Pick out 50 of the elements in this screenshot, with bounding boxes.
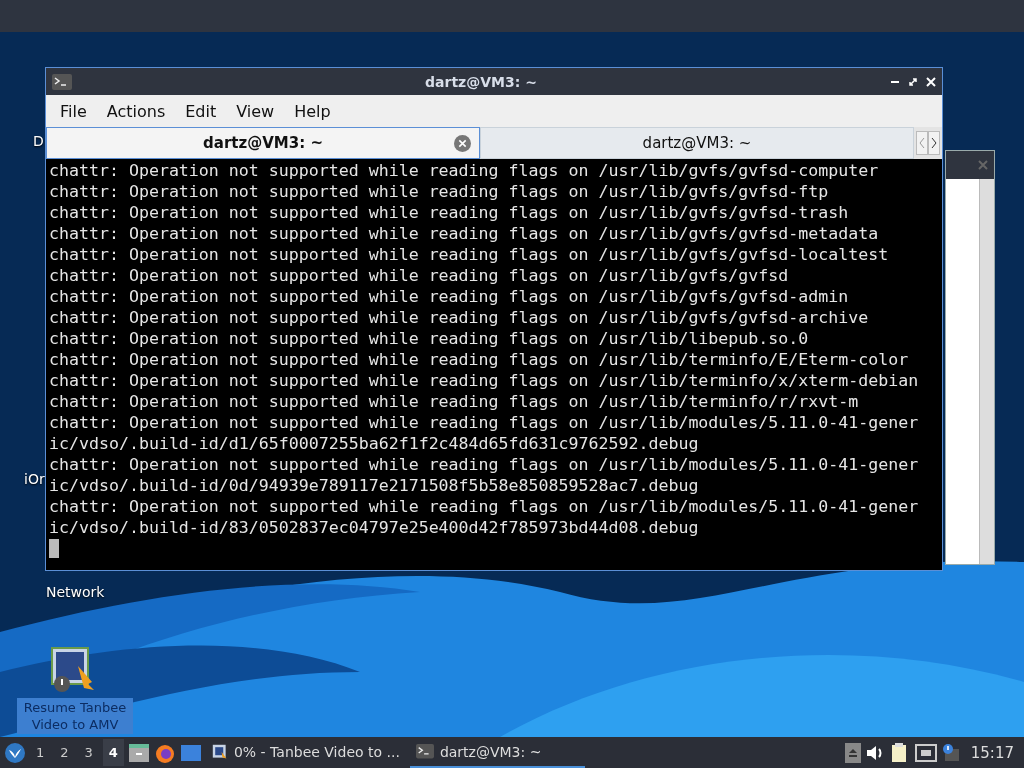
terminal-line: chattr: Operation not supported while reading flags on /usr/lib/gvfs/gvfsd-metadata [49, 223, 880, 244]
menu-item[interactable]: Help [284, 101, 341, 121]
network-icon[interactable] [914, 743, 937, 762]
terminal-line: chattr: Operation not supported while reading flags on /usr/lib/modules/5.11.0-41-gener [49, 454, 920, 475]
terminal-tab[interactable]: dartz@VM3: ~ [46, 127, 480, 159]
workspace-button[interactable]: 1 [30, 739, 51, 766]
desktop-icon-label[interactable]: Network [46, 584, 105, 600]
task-label: dartz@VM3: ~ [439, 743, 542, 760]
text-cursor [49, 539, 59, 558]
clock[interactable]: 15:17 [964, 743, 1020, 762]
taskbar-task[interactable]: 0% - Tanbee Video to ... [205, 737, 406, 768]
terminal-line: chattr: Operation not supported while reading flags on /usr/lib/modules/5.11.0-41-gener [49, 496, 920, 517]
workspace-button[interactable]: 2 [54, 739, 75, 766]
eject-icon[interactable] [844, 742, 861, 763]
terminal-line: chattr: Operation not supported while reading flags on /usr/lib/gvfs/gvfsd-computer [49, 160, 880, 181]
terminal-tab[interactable]: dartz@VM3: ~ [480, 127, 914, 159]
file-cabinet-icon[interactable] [127, 742, 150, 763]
terminal-line: ic/vdso/.build-id/d1/65f0007255ba62f1f2c484d65fd631c9762592.debug [49, 433, 700, 454]
terminal-line: ic/vdso/.build-id/0d/94939e789117e2171508f5b58e850859528ac7.debug [49, 475, 700, 496]
terminal-line: chattr: Operation not supported while reading flags on /usr/lib/modules/5.11.0-41-gener [49, 412, 920, 433]
notification-icon[interactable] [940, 742, 961, 763]
terminal-line: chattr: Operation not supported while reading flags on /usr/lib/terminfo/r/rxvt-m [49, 391, 860, 412]
desktop-icon[interactable] [179, 743, 202, 762]
terminal-line: chattr: Operation not supported while reading flags on /usr/lib/terminfo/E/Eterm-color [49, 349, 910, 370]
workspace-button[interactable]: 4 [102, 739, 124, 766]
menu-item[interactable]: Edit [175, 101, 227, 121]
maximize-icon[interactable] [908, 76, 918, 87]
terminal-line: chattr: Operation not supported while reading flags on /usr/lib/libepub.so.0 [49, 328, 810, 349]
scrollbar[interactable] [979, 179, 994, 564]
menu-item[interactable]: View [226, 101, 285, 121]
terminal-line: chattr: Operation not supported while reading flags on /usr/lib/gvfs/gvfsd-localtest [49, 244, 890, 265]
start-menu-icon[interactable] [4, 741, 26, 764]
terminal-line: chattr: Operation not supported while reading flags on /usr/lib/gvfs/gvfsd-archive [49, 307, 870, 328]
workspace-button[interactable]: 3 [78, 739, 99, 766]
desktop-icon-label[interactable]: iOr [24, 471, 45, 487]
terminal-icon [415, 744, 434, 759]
terminal-line: chattr: Operation not supported while reading flags on /usr/lib/gvfs/gvfsd-admin [49, 286, 850, 307]
menu-item[interactable]: Actions [96, 101, 176, 121]
chevron-right-icon[interactable] [928, 131, 940, 155]
window-title: dartz@VM3: ~ [424, 73, 538, 90]
desktop-icon-label[interactable]: D [33, 133, 44, 149]
taskbar-task[interactable]: dartz@VM3: ~ [409, 737, 585, 768]
terminal-line: ic/vdso/.build-id/83/0502837ec04797e25e400d42f785973bd44d08.debug [49, 517, 700, 538]
terminal-line: chattr: Operation not supported while reading flags on /usr/lib/gvfs/gvfsd-ftp [49, 181, 830, 202]
terminal-icon [52, 73, 72, 90]
terminal-line: chattr: Operation not supported while reading flags on /usr/lib/gvfs/gvfsd-trash [49, 202, 850, 223]
terminal-line: chattr: Operation not supported while reading flags on /usr/lib/gvfs/gvfsd [49, 265, 790, 286]
menu-item[interactable]: File [50, 101, 97, 121]
terminal-line: chattr: Operation not supported while reading flags on /usr/lib/terminfo/x/xterm-debian [49, 370, 920, 391]
task-label: 0% - Tanbee Video to ... [233, 743, 400, 760]
